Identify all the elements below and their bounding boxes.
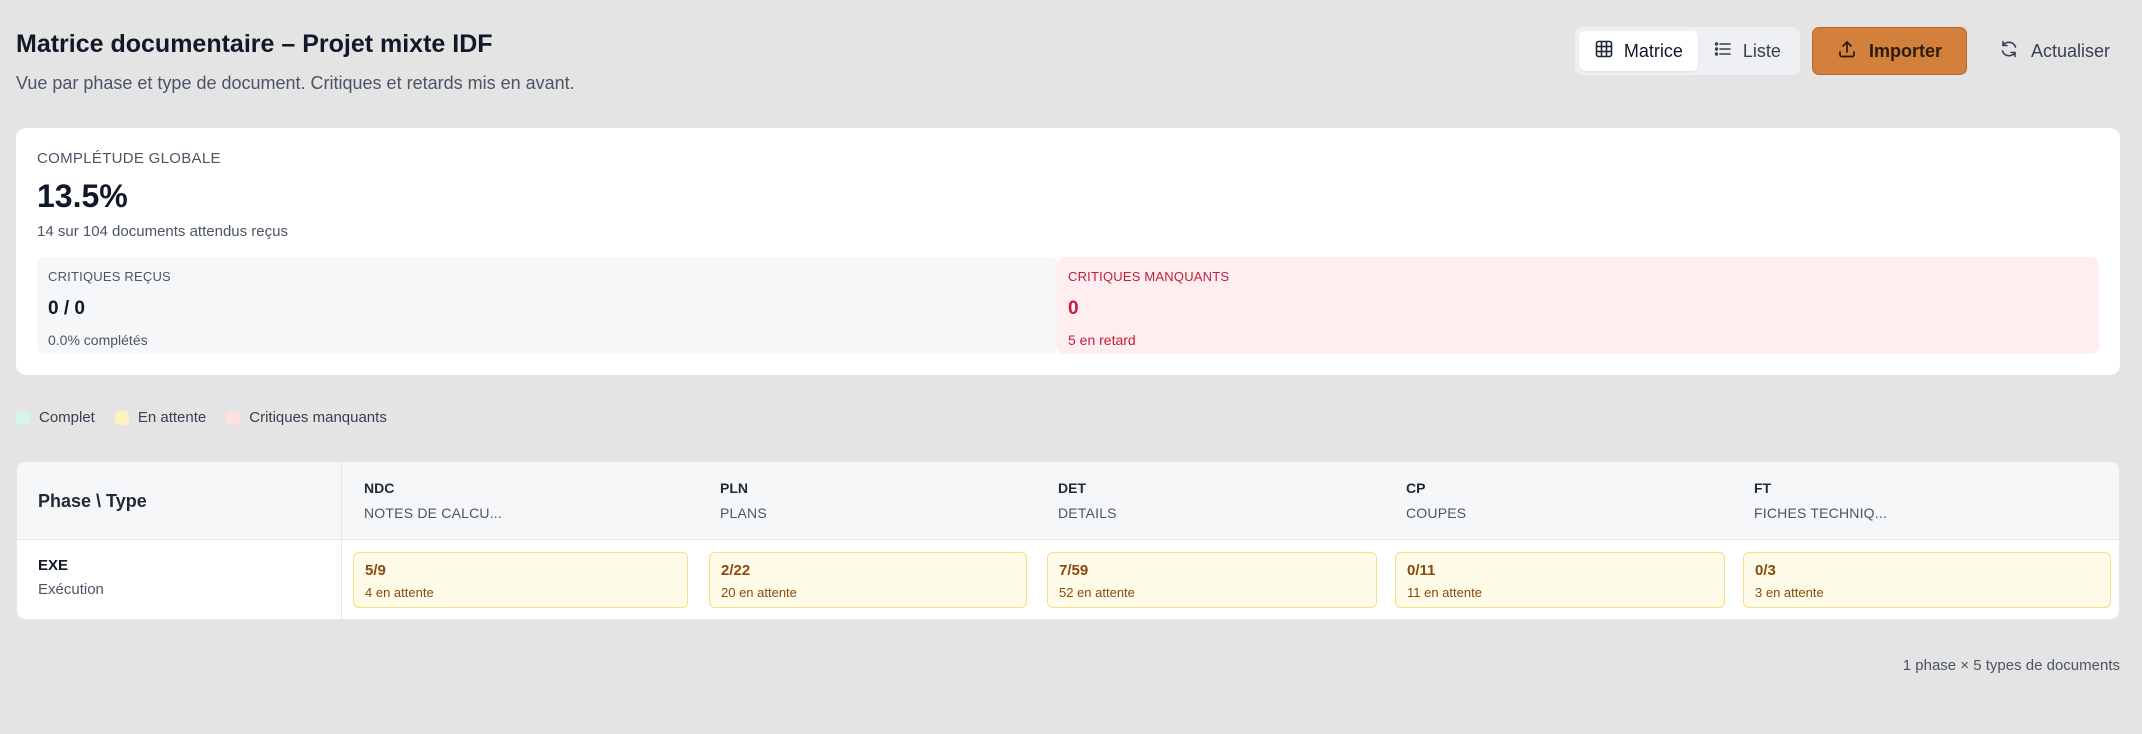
list-icon	[1713, 39, 1733, 64]
matrix-header-row: Phase \ Type NDC NOTES DE CALCU... PLN P…	[17, 462, 2119, 540]
legend-item-critical-missing: Critiques manquants	[226, 409, 387, 426]
cell-pending: 20 en attente	[721, 585, 797, 600]
column-code: PLN	[720, 480, 748, 496]
column-name: FICHES TECHNIQ...	[1754, 505, 1888, 521]
phase-code: EXE	[38, 557, 69, 574]
cell-pending: 4 en attente	[365, 585, 434, 600]
completeness-sub: 14 sur 104 documents attendus reçus	[37, 223, 288, 240]
legend-label: En attente	[137, 409, 207, 426]
cell-pending: 52 en attente	[1059, 585, 1135, 600]
critical-missing-value: 0	[1068, 298, 1079, 319]
phase-cell: EXE Exécution	[17, 540, 342, 619]
critical-missing-label: CRITIQUES MANQUANTS	[1068, 269, 1230, 284]
import-label: Importer	[1868, 40, 1942, 61]
column-code: FT	[1754, 480, 1772, 496]
refresh-icon	[1999, 39, 2019, 64]
import-button[interactable]: Importer	[1811, 27, 1967, 75]
column-header-ndc: NDC NOTES DE CALCU...	[364, 462, 502, 540]
document-matrix: Phase \ Type NDC NOTES DE CALCU... PLN P…	[16, 461, 2120, 620]
critical-received-sub: 0.0% complétés	[48, 332, 148, 348]
column-name: DETAILS	[1058, 505, 1117, 521]
column-code: CP	[1406, 480, 1426, 496]
refresh-label: Actualiser	[2030, 40, 2110, 61]
matrix-cell-exe-ft[interactable]: 0/3 3 en attente	[1743, 552, 2111, 608]
column-code: NDC	[364, 480, 395, 496]
cell-count: 0/3	[1755, 562, 1776, 579]
column-name: NOTES DE CALCU...	[364, 505, 502, 521]
cell-pending: 3 en attente	[1755, 585, 1824, 600]
summary-card: COMPLÉTUDE GLOBALE 13.5% 14 sur 104 docu…	[16, 128, 2120, 375]
legend-label: Critiques manquants	[249, 409, 387, 426]
legend-swatch	[114, 410, 129, 425]
matrix-cell-exe-pln[interactable]: 2/22 20 en attente	[709, 552, 1027, 608]
completeness-label: COMPLÉTUDE GLOBALE	[37, 150, 221, 167]
legend-swatch	[16, 410, 30, 425]
page-subtitle: Vue par phase et type de document. Criti…	[16, 73, 575, 93]
matrix-cell-exe-det[interactable]: 7/59 52 en attente	[1047, 552, 1377, 608]
column-header-det: DET DETAILS	[1058, 462, 1117, 540]
view-list-button[interactable]: Liste	[1698, 31, 1796, 71]
critical-received-card: CRITIQUES REÇUS 0 / 0 0.0% complétés	[37, 257, 1058, 354]
completeness-value: 13.5%	[37, 178, 128, 214]
phase-name: Exécution	[38, 581, 104, 598]
cell-count: 7/59	[1059, 562, 1089, 579]
legend: Complet En attente Critiques manquants	[16, 409, 387, 426]
critical-missing-sub: 5 en retard	[1068, 332, 1136, 348]
column-name: PLANS	[720, 505, 767, 521]
column-name: COUPES	[1406, 505, 1467, 521]
matrix-cell-exe-cp[interactable]: 0/11 11 en attente	[1395, 552, 1725, 608]
page-title: Matrice documentaire – Projet mixte IDF	[16, 30, 493, 58]
cell-count: 5/9	[365, 562, 386, 579]
cell-count: 0/11	[1407, 562, 1436, 579]
view-matrix-label: Matrice	[1623, 40, 1683, 61]
view-list-label: Liste	[1742, 40, 1781, 61]
page-header: Matrice documentaire – Projet mixte IDF …	[16, 0, 2126, 128]
matrix-corner-header: Phase \ Type	[17, 462, 342, 540]
column-code: DET	[1058, 480, 1086, 496]
column-header-pln: PLN PLANS	[720, 462, 767, 540]
upload-icon	[1837, 39, 1857, 64]
critical-received-value: 0 / 0	[48, 298, 85, 319]
refresh-button[interactable]: Actualiser	[1979, 27, 2110, 75]
view-matrix-button[interactable]: Matrice	[1578, 31, 1698, 71]
matrix-cell-exe-ndc[interactable]: 5/9 4 en attente	[353, 552, 688, 608]
cell-pending: 11 en attente	[1407, 585, 1482, 600]
legend-item-pending: En attente	[114, 409, 207, 426]
column-header-ft: FT FICHES TECHNIQ...	[1754, 462, 1887, 540]
grid-icon	[1594, 39, 1614, 64]
cell-count: 2/22	[721, 562, 751, 579]
page: Matrice documentaire – Projet mixte IDF …	[0, 0, 2142, 734]
critical-missing-card: CRITIQUES MANQUANTS 0 5 en retard	[1057, 257, 2099, 354]
matrix-row-exe: EXE Exécution 5/9 4 en attente 2/22 20 e…	[17, 540, 2119, 619]
matrix-footer-note: 1 phase × 5 types de documents	[1902, 657, 2120, 674]
legend-swatch	[226, 410, 241, 425]
critical-received-label: CRITIQUES REÇUS	[48, 269, 171, 284]
toolbar: Matrice Liste Importer Actualiser	[1574, 27, 2110, 75]
column-header-cp: CP COUPES	[1406, 462, 1466, 540]
legend-label: Complet	[39, 409, 95, 426]
legend-item-complete: Complet	[16, 409, 95, 426]
view-toggle: Matrice Liste	[1574, 27, 1800, 75]
